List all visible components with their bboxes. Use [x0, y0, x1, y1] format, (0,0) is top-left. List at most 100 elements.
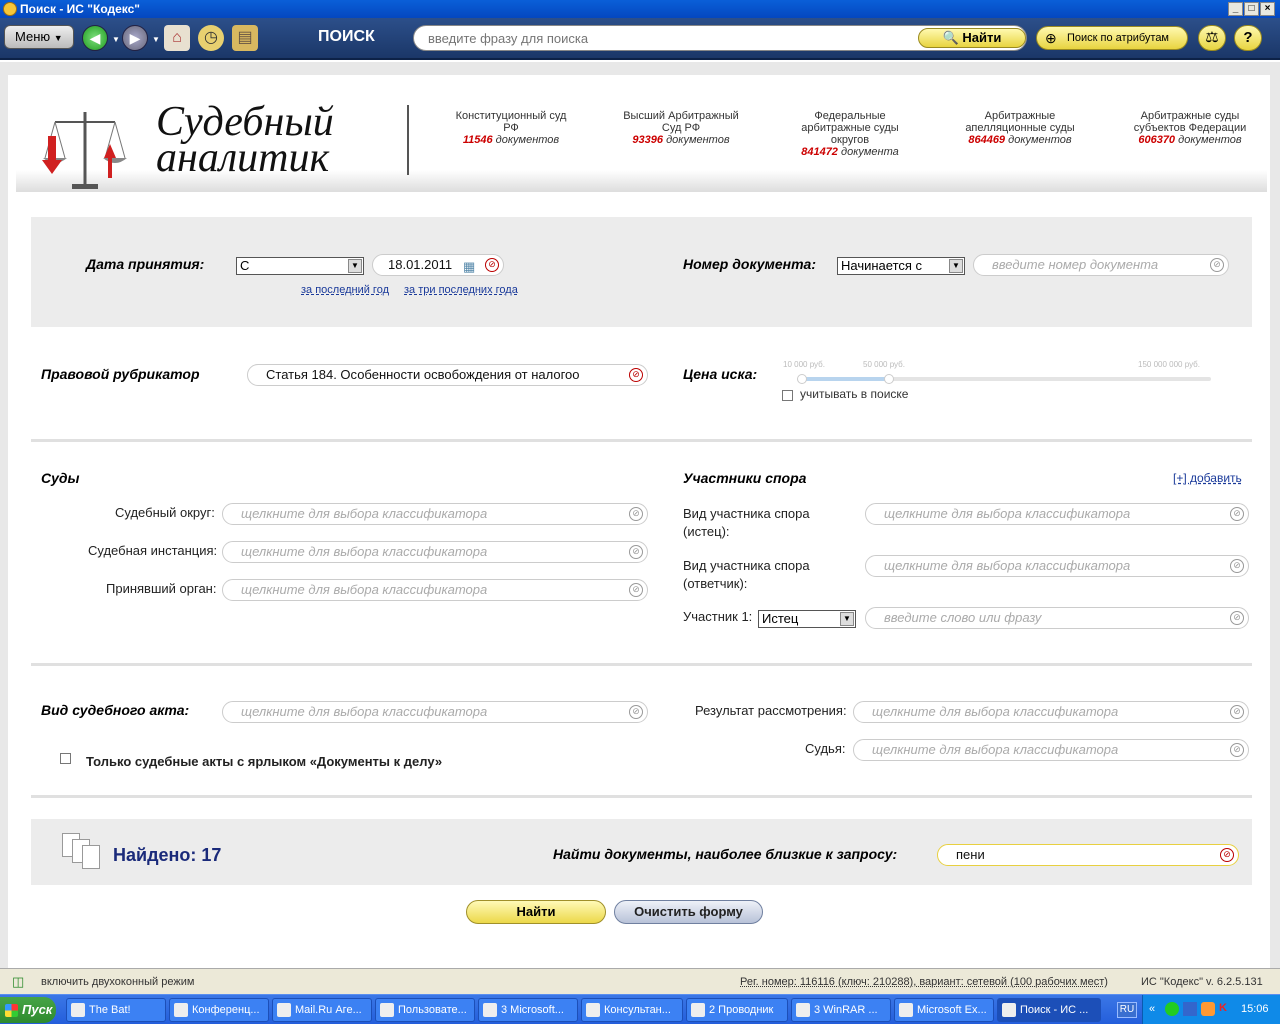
find-button[interactable]: Найти [466, 900, 606, 924]
task-microsoft-word[interactable]: 3 Microsoft... [478, 998, 578, 1022]
toolbar-find-button[interactable]: 🔍 Найти [918, 28, 1026, 48]
defendant-label-line2: (ответчик): [683, 576, 748, 591]
task-conference[interactable]: Конференц... [169, 998, 269, 1022]
task-label: Консультан... [604, 1004, 671, 1016]
clear-icon[interactable]: ⊘ [1230, 559, 1244, 573]
task-thebat[interactable]: The Bat! [66, 998, 166, 1022]
task-mailru-agent[interactable]: Mail.Ru Аге... [272, 998, 372, 1022]
issuing-body-input[interactable]: щелкните для выбора классификатора ⊘ [222, 579, 648, 601]
clear-query-icon[interactable]: ⊘ [1220, 848, 1234, 862]
court-district-input[interactable]: щелкните для выбора классификатора ⊘ [222, 503, 648, 525]
plaintiff-type-input[interactable]: щелкните для выбора классификатора ⊘ [865, 503, 1249, 525]
help-icon[interactable]: ? [1234, 25, 1262, 51]
back-icon[interactable]: ◀ [82, 25, 108, 51]
task-microsoft-excel[interactable]: Microsoft Ex... [894, 998, 994, 1022]
price-checkbox[interactable] [782, 390, 793, 401]
clear-date-icon[interactable]: ⊘ [485, 258, 499, 272]
language-indicator[interactable]: RU [1117, 1002, 1137, 1018]
minimize-icon[interactable]: _ [1228, 2, 1243, 16]
task-label: 2 Проводник [709, 1004, 774, 1016]
price-tick-min: 10 000 руб. [783, 360, 825, 369]
participant1-role-select[interactable]: Истец ▼ [758, 610, 856, 628]
clear-icon[interactable]: ⊘ [1230, 611, 1244, 625]
docnum-mode-select[interactable]: Начинается с ▼ [837, 257, 965, 275]
plaintiff-label-line1: Вид участника спора [683, 506, 810, 521]
calendar-icon[interactable]: ▦ [463, 257, 475, 277]
court-subjects[interactable]: Арбитражные суды субъектов Федерации 606… [1120, 110, 1260, 146]
last-year-link[interactable]: за последний год [301, 284, 389, 296]
clear-icon[interactable]: ⊘ [1210, 258, 1224, 272]
court-federal-district[interactable]: Федеральные арбитражные суды округов 841… [780, 110, 920, 158]
date-input[interactable]: 18.01.2011 ▦ ⊘ [372, 254, 504, 276]
dual-window-link[interactable]: включить двухоконный режим [41, 976, 194, 988]
scales-icon[interactable]: ⚖ [1198, 25, 1226, 51]
court-constitutional[interactable]: Конституционный суд РФ 11546 документов [441, 110, 581, 146]
court-unit: документов [666, 134, 730, 146]
forward-dropdown-icon[interactable]: ▼ [152, 35, 160, 44]
clear-icon[interactable]: ⊘ [1230, 507, 1244, 521]
defendant-type-label: Вид участника спора (ответчик): [683, 557, 810, 593]
price-slider-handle-max[interactable] [884, 374, 894, 384]
task-user[interactable]: Пользовате... [375, 998, 475, 1022]
closest-query-input[interactable]: пени ⊘ [937, 844, 1239, 866]
participant1-placeholder: введите слово или фразу [884, 610, 1042, 625]
tray-arrow-icon[interactable]: « [1149, 1003, 1155, 1015]
date-from-select[interactable]: С ▼ [236, 257, 364, 275]
court-name: Арбитражные [984, 110, 1056, 122]
add-participant-link[interactable]: [+] добавить [1173, 471, 1242, 485]
menu-button[interactable]: Меню ▼ [4, 25, 74, 49]
act-type-input[interactable]: щелкните для выбора классификатора ⊘ [222, 701, 648, 723]
tray-kaspersky-icon[interactable]: K [1219, 1002, 1227, 1014]
tray-network-icon[interactable] [1165, 1002, 1179, 1016]
maximize-icon[interactable]: □ [1244, 2, 1259, 16]
status-bar: ◫ включить двухоконный режим Рег. номер:… [0, 968, 1280, 994]
case-docs-checkbox[interactable] [60, 753, 71, 764]
court-count: 93396 [632, 134, 663, 146]
rubric-input[interactable]: Статья 184. Особенности освобождения от … [247, 364, 648, 386]
folder-icon[interactable]: ▤ [232, 25, 258, 51]
court-instance-input[interactable]: щелкните для выбора классификатора ⊘ [222, 541, 648, 563]
clear-form-button[interactable]: Очистить форму [614, 900, 763, 924]
participant1-input[interactable]: введите слово или фразу ⊘ [865, 607, 1249, 629]
court-appellate[interactable]: Арбитражные апелляционные суды 864469 до… [950, 110, 1090, 146]
task-winrar[interactable]: 3 WinRAR ... [791, 998, 891, 1022]
court-name: Федеральные [814, 110, 886, 122]
forward-icon[interactable]: ▶ [122, 25, 148, 51]
back-dropdown-icon[interactable]: ▼ [112, 35, 120, 44]
search-box: 🔍 Найти [413, 25, 1027, 51]
three-years-link[interactable]: за три последних года [404, 284, 518, 296]
separator [31, 795, 1252, 798]
tray-language-icon[interactable] [1183, 1002, 1197, 1016]
docnum-input[interactable]: введите номер документа ⊘ [973, 254, 1229, 276]
clear-icon[interactable]: ⊘ [1230, 705, 1244, 719]
clear-icon[interactable]: ⊘ [629, 507, 643, 521]
court-supreme-arbitration[interactable]: Высший Арбитражный Суд РФ 93396 документ… [611, 110, 751, 146]
participant1-role-value: Истец [762, 611, 799, 626]
clear-icon[interactable]: ⊘ [629, 705, 643, 719]
dual-window-icon[interactable]: ◫ [12, 974, 24, 990]
clear-icon[interactable]: ⊘ [629, 545, 643, 559]
price-tick-max: 150 000 000 руб. [1138, 360, 1200, 369]
price-slider-handle-min[interactable] [797, 374, 807, 384]
task-kodeks-search[interactable]: Поиск - ИС ... [997, 998, 1101, 1022]
home-icon[interactable]: ⌂ [164, 25, 190, 51]
task-explorer[interactable]: 2 Проводник [686, 998, 788, 1022]
clear-icon[interactable]: ⊘ [629, 583, 643, 597]
task-consultant[interactable]: Консультан... [581, 998, 683, 1022]
search-input[interactable] [428, 31, 908, 46]
tray-app-icon[interactable] [1201, 1002, 1215, 1016]
attribute-search-button[interactable]: ⊕ Поиск по атрибутам [1036, 26, 1188, 50]
version-info: ИС "Кодекс" v. 6.2.5.131 [1141, 976, 1263, 988]
issuing-body-placeholder: щелкните для выбора классификатора [241, 582, 488, 597]
start-button[interactable]: Пуск [0, 997, 56, 1023]
result-input[interactable]: щелкните для выбора классификатора ⊘ [853, 701, 1249, 723]
registration-info[interactable]: Рег. номер: 116116 (ключ: 210288), вариа… [740, 976, 1108, 988]
docnum-mode-value: Начинается с [841, 258, 923, 273]
close-icon[interactable]: × [1260, 2, 1275, 16]
defendant-type-input[interactable]: щелкните для выбора классификатора ⊘ [865, 555, 1249, 577]
clear-rubric-icon[interactable]: ⊘ [629, 368, 643, 382]
bat-icon [71, 1003, 85, 1017]
history-icon[interactable]: ◷ [198, 25, 224, 51]
judge-input[interactable]: щелкните для выбора классификатора ⊘ [853, 739, 1249, 761]
clear-icon[interactable]: ⊘ [1230, 743, 1244, 757]
